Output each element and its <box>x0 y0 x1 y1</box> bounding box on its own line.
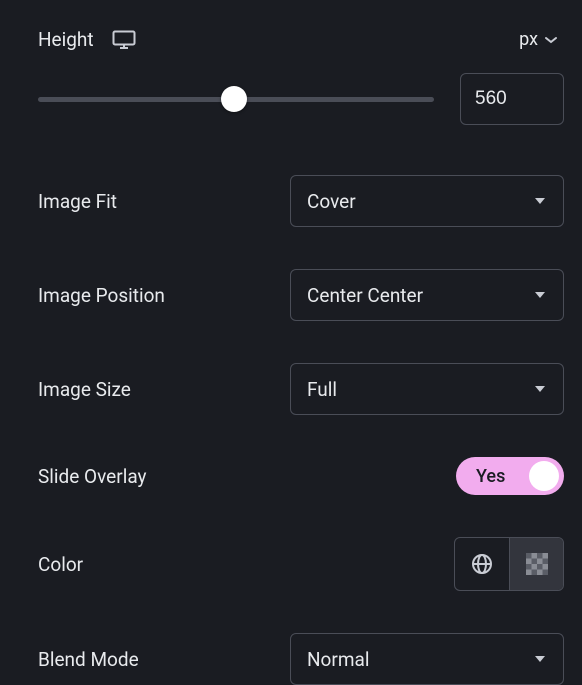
globe-icon <box>471 553 493 575</box>
caret-down-icon <box>533 384 547 394</box>
image-size-value: Full <box>307 378 337 401</box>
blend-mode-select[interactable]: Normal <box>290 633 564 685</box>
caret-down-icon <box>533 290 547 300</box>
image-position-value: Center Center <box>307 284 423 307</box>
image-position-select[interactable]: Center Center <box>290 269 564 321</box>
image-position-label: Image Position <box>38 284 165 307</box>
image-size-select[interactable]: Full <box>290 363 564 415</box>
toggle-knob <box>529 461 559 491</box>
blend-mode-label: Blend Mode <box>38 648 139 671</box>
height-input[interactable] <box>460 73 564 125</box>
slide-overlay-toggle[interactable]: Yes <box>456 457 564 495</box>
blend-mode-value: Normal <box>307 648 369 671</box>
caret-down-icon <box>533 654 547 664</box>
responsive-desktop-icon[interactable] <box>112 30 136 50</box>
image-fit-label: Image Fit <box>38 190 117 213</box>
color-global-button[interactable] <box>455 538 509 590</box>
image-size-label: Image Size <box>38 378 131 401</box>
height-unit-value: px <box>519 29 538 50</box>
height-slider[interactable] <box>38 87 434 111</box>
caret-down-icon <box>533 196 547 206</box>
color-custom-button[interactable] <box>509 538 563 590</box>
checker-icon <box>526 553 548 575</box>
chevron-down-icon <box>544 35 558 45</box>
color-source-group <box>454 537 564 591</box>
image-fit-select[interactable]: Cover <box>290 175 564 227</box>
slider-thumb[interactable] <box>221 86 247 112</box>
color-label: Color <box>38 553 83 576</box>
height-label: Height <box>38 28 94 51</box>
slide-overlay-label: Slide Overlay <box>38 465 147 488</box>
height-unit-dropdown[interactable]: px <box>519 29 564 50</box>
image-fit-value: Cover <box>307 190 356 213</box>
toggle-value: Yes <box>476 466 505 487</box>
